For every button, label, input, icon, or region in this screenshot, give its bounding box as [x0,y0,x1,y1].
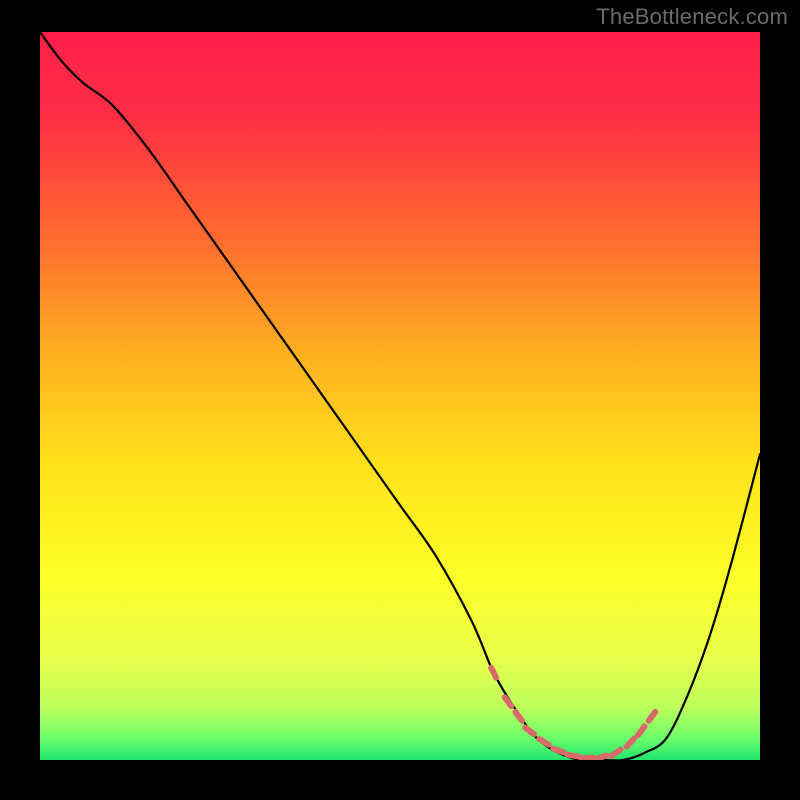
optimal-marker [612,750,621,756]
optimal-range-markers [491,668,655,759]
optimal-marker [649,712,656,721]
optimal-marker [582,758,593,759]
optimal-marker [553,749,563,753]
curve-layer [40,32,760,760]
bottleneck-curve-line [40,32,760,760]
optimal-marker [491,668,496,678]
optimal-marker [505,697,512,706]
attribution-text: TheBottleneck.com [596,4,788,30]
optimal-marker [539,739,548,745]
chart-container: TheBottleneck.com [0,0,800,800]
plot-area [40,32,760,760]
optimal-marker [627,738,634,746]
optimal-marker [516,712,523,721]
optimal-marker [567,755,578,757]
optimal-marker [596,755,607,758]
optimal-marker [638,726,645,735]
optimal-marker [525,728,534,735]
